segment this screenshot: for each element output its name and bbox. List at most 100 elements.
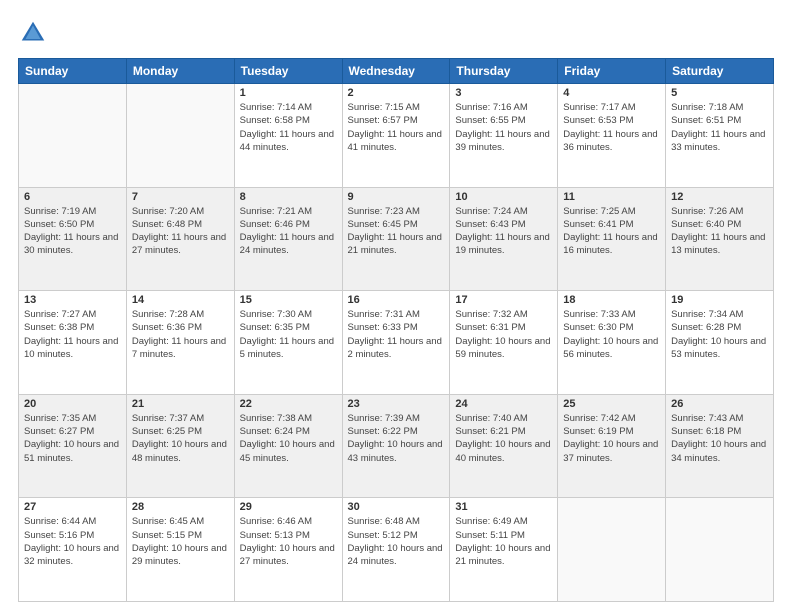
col-header-thursday: Thursday [450, 59, 558, 84]
logo-icon [18, 18, 48, 48]
day-number: 2 [348, 87, 445, 99]
day-info: Sunrise: 7:32 AM Sunset: 6:31 PM Dayligh… [455, 308, 552, 361]
day-cell: 25 Sunrise: 7:42 AM Sunset: 6:19 PM Dayli… [558, 394, 666, 498]
day-info: Sunrise: 7:35 AM Sunset: 6:27 PM Dayligh… [24, 412, 121, 465]
day-number: 31 [455, 501, 552, 513]
day-cell [126, 84, 234, 188]
day-cell: 17 Sunrise: 7:32 AM Sunset: 6:31 PM Dayli… [450, 291, 558, 395]
day-number: 15 [240, 294, 337, 306]
day-cell: 24Sunrise: 7:40 AM Sunset: 6:21 PM Dayli… [450, 394, 558, 498]
day-number: 28 [132, 501, 229, 513]
day-info: Sunrise: 7:37 AM Sunset: 6:25 PM Dayligh… [132, 412, 229, 465]
week-row-5: 27Sunrise: 6:44 AM Sunset: 5:16 PM Dayli… [19, 498, 774, 602]
day-number: 21 [132, 398, 229, 410]
day-number: 4 [563, 87, 660, 99]
day-info: Sunrise: 6:46 AM Sunset: 5:13 PM Dayligh… [240, 515, 337, 568]
page: SundayMondayTuesdayWednesdayThursdayFrid… [0, 0, 792, 612]
day-cell: 18 Sunrise: 7:33 AM Sunset: 6:30 PM Dayli… [558, 291, 666, 395]
day-cell: 30 Sunrise: 6:48 AM Sunset: 5:12 PM Dayli… [342, 498, 450, 602]
header [18, 18, 774, 48]
day-cell: 4 Sunrise: 7:17 AM Sunset: 6:53 PM Daylig… [558, 84, 666, 188]
week-row-1: 1 Sunrise: 7:14 AM Sunset: 6:58 PM Daylig… [19, 84, 774, 188]
day-cell: 26 Sunrise: 7:43 AM Sunset: 6:18 PM Dayli… [666, 394, 774, 498]
col-header-saturday: Saturday [666, 59, 774, 84]
day-cell: 31 Sunrise: 6:49 AM Sunset: 5:11 PM Dayli… [450, 498, 558, 602]
day-number: 19 [671, 294, 768, 306]
day-cell [19, 84, 127, 188]
week-row-4: 20 Sunrise: 7:35 AM Sunset: 6:27 PM Dayli… [19, 394, 774, 498]
day-cell: 3 Sunrise: 7:16 AM Sunset: 6:55 PM Daylig… [450, 84, 558, 188]
day-number: 8 [240, 191, 337, 203]
day-number: 10 [455, 191, 552, 203]
day-info: Sunrise: 7:21 AM Sunset: 6:46 PM Dayligh… [240, 205, 337, 258]
logo [18, 18, 54, 48]
day-cell: 7Sunrise: 7:20 AM Sunset: 6:48 PM Daylig… [126, 187, 234, 291]
day-cell: 6 Sunrise: 7:19 AM Sunset: 6:50 PM Daylig… [19, 187, 127, 291]
day-number: 17 [455, 294, 552, 306]
day-cell: 14 Sunrise: 7:28 AM Sunset: 6:36 PM Dayli… [126, 291, 234, 395]
day-info: Sunrise: 7:23 AM Sunset: 6:45 PM Dayligh… [348, 205, 445, 258]
day-info: Sunrise: 7:24 AM Sunset: 6:43 PM Dayligh… [455, 205, 552, 258]
day-number: 12 [671, 191, 768, 203]
day-cell: 15 Sunrise: 7:30 AM Sunset: 6:35 PM Dayli… [234, 291, 342, 395]
day-number: 14 [132, 294, 229, 306]
day-cell: 27Sunrise: 6:44 AM Sunset: 5:16 PM Dayli… [19, 498, 127, 602]
day-info: Sunrise: 7:33 AM Sunset: 6:30 PM Dayligh… [563, 308, 660, 361]
col-header-wednesday: Wednesday [342, 59, 450, 84]
col-header-friday: Friday [558, 59, 666, 84]
day-cell: 2 Sunrise: 7:15 AM Sunset: 6:57 PM Daylig… [342, 84, 450, 188]
day-number: 23 [348, 398, 445, 410]
day-cell: 19Sunrise: 7:34 AM Sunset: 6:28 PM Dayli… [666, 291, 774, 395]
day-info: Sunrise: 7:19 AM Sunset: 6:50 PM Dayligh… [24, 205, 121, 258]
day-number: 6 [24, 191, 121, 203]
day-cell: 5Sunrise: 7:18 AM Sunset: 6:51 PM Daylig… [666, 84, 774, 188]
week-row-2: 6 Sunrise: 7:19 AM Sunset: 6:50 PM Daylig… [19, 187, 774, 291]
day-cell: 1 Sunrise: 7:14 AM Sunset: 6:58 PM Daylig… [234, 84, 342, 188]
day-info: Sunrise: 7:27 AM Sunset: 6:38 PM Dayligh… [24, 308, 121, 361]
day-number: 20 [24, 398, 121, 410]
day-number: 1 [240, 87, 337, 99]
day-info: Sunrise: 7:18 AM Sunset: 6:51 PM Dayligh… [671, 101, 768, 154]
day-info: Sunrise: 7:16 AM Sunset: 6:55 PM Dayligh… [455, 101, 552, 154]
day-cell: 8 Sunrise: 7:21 AM Sunset: 6:46 PM Daylig… [234, 187, 342, 291]
col-header-tuesday: Tuesday [234, 59, 342, 84]
day-number: 7 [132, 191, 229, 203]
day-number: 18 [563, 294, 660, 306]
day-number: 3 [455, 87, 552, 99]
day-info: Sunrise: 7:30 AM Sunset: 6:35 PM Dayligh… [240, 308, 337, 361]
day-cell: 21 Sunrise: 7:37 AM Sunset: 6:25 PM Dayli… [126, 394, 234, 498]
day-cell: 9 Sunrise: 7:23 AM Sunset: 6:45 PM Daylig… [342, 187, 450, 291]
day-info: Sunrise: 6:44 AM Sunset: 5:16 PM Dayligh… [24, 515, 121, 568]
day-number: 29 [240, 501, 337, 513]
day-info: Sunrise: 7:43 AM Sunset: 6:18 PM Dayligh… [671, 412, 768, 465]
day-info: Sunrise: 7:28 AM Sunset: 6:36 PM Dayligh… [132, 308, 229, 361]
day-info: Sunrise: 7:42 AM Sunset: 6:19 PM Dayligh… [563, 412, 660, 465]
day-info: Sunrise: 7:25 AM Sunset: 6:41 PM Dayligh… [563, 205, 660, 258]
day-cell: 20 Sunrise: 7:35 AM Sunset: 6:27 PM Dayli… [19, 394, 127, 498]
day-cell: 22Sunrise: 7:38 AM Sunset: 6:24 PM Dayli… [234, 394, 342, 498]
day-info: Sunrise: 6:49 AM Sunset: 5:11 PM Dayligh… [455, 515, 552, 568]
col-header-monday: Monday [126, 59, 234, 84]
day-number: 24 [455, 398, 552, 410]
day-cell: 23Sunrise: 7:39 AM Sunset: 6:22 PM Dayli… [342, 394, 450, 498]
day-info: Sunrise: 7:15 AM Sunset: 6:57 PM Dayligh… [348, 101, 445, 154]
day-cell: 12 Sunrise: 7:26 AM Sunset: 6:40 PM Dayli… [666, 187, 774, 291]
day-info: Sunrise: 7:38 AM Sunset: 6:24 PM Dayligh… [240, 412, 337, 465]
day-info: Sunrise: 6:48 AM Sunset: 5:12 PM Dayligh… [348, 515, 445, 568]
day-number: 11 [563, 191, 660, 203]
day-number: 30 [348, 501, 445, 513]
day-info: Sunrise: 7:26 AM Sunset: 6:40 PM Dayligh… [671, 205, 768, 258]
week-row-3: 13Sunrise: 7:27 AM Sunset: 6:38 PM Dayli… [19, 291, 774, 395]
day-info: Sunrise: 7:14 AM Sunset: 6:58 PM Dayligh… [240, 101, 337, 154]
day-number: 25 [563, 398, 660, 410]
day-info: Sunrise: 7:17 AM Sunset: 6:53 PM Dayligh… [563, 101, 660, 154]
day-cell: 11 Sunrise: 7:25 AM Sunset: 6:41 PM Dayli… [558, 187, 666, 291]
day-info: Sunrise: 7:31 AM Sunset: 6:33 PM Dayligh… [348, 308, 445, 361]
day-number: 9 [348, 191, 445, 203]
day-info: Sunrise: 6:45 AM Sunset: 5:15 PM Dayligh… [132, 515, 229, 568]
day-number: 26 [671, 398, 768, 410]
day-number: 16 [348, 294, 445, 306]
day-cell [558, 498, 666, 602]
calendar: SundayMondayTuesdayWednesdayThursdayFrid… [18, 58, 774, 602]
day-cell: 10 Sunrise: 7:24 AM Sunset: 6:43 PM Dayli… [450, 187, 558, 291]
